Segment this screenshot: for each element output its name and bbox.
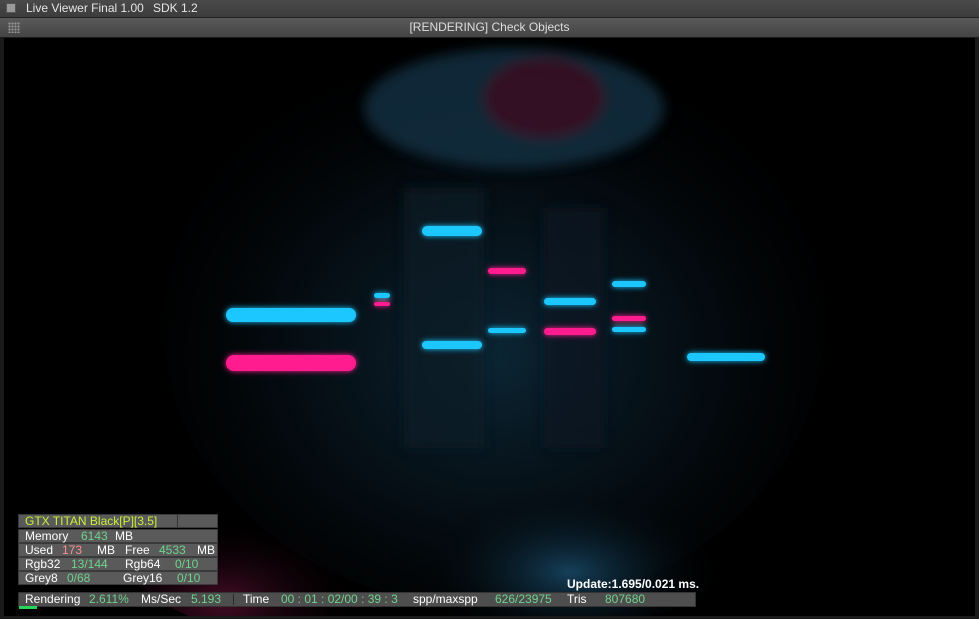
memory-unit: MB [115,529,133,543]
rgb32-value: 13/144 [71,557,108,571]
spp-value: 626/23975 [495,592,552,606]
render-progress-bar [19,606,37,609]
app-menubar: Live Viewer Final 1.00 SDK 1.2 [0,0,979,18]
window-title: [RENDERING] Check Objects [409,20,570,34]
app-icon[interactable] [6,3,16,13]
used-value: 173 [62,543,83,557]
rgb-row: Rgb32 13/144 Rgb64 0/10 [18,557,218,571]
free-label: Free [125,543,150,557]
spp-label: spp/maxspp [413,592,478,606]
tris-value: 807680 [605,592,646,606]
memory-label: Memory [25,529,69,543]
used-free-row: Used 173 MB Free 4533 MB [18,543,218,557]
sdk-version[interactable]: SDK 1.2 [153,0,198,17]
divider [177,515,178,527]
gpu-name-row: GTX TITAN Black[P][3.5] [18,514,218,528]
rendering-label: Rendering [25,592,81,606]
grey16-value: 0/10 [177,571,201,585]
used-label: Used [25,543,54,557]
rgb64-label: Rgb64 [125,557,161,571]
used-unit: MB [97,543,115,557]
rgb64-value: 0/10 [175,557,199,571]
memory-row: Memory 6143 MB [18,529,218,543]
free-unit: MB [197,543,215,557]
grey16-label: Grey16 [123,571,163,585]
app-name[interactable]: Live Viewer Final 1.00 [26,0,144,17]
gpu-name: GTX TITAN Black[P][3.5] [25,514,158,528]
update-timing: Update:1.695/0.021 ms. [567,577,700,591]
tris-label: Tris [567,592,587,606]
memory-value: 6143 [81,529,108,543]
grey8-label: Grey8 [25,571,58,585]
window-titlebar[interactable]: [RENDERING] Check Objects [0,18,979,38]
rendering-value: 2.611% [89,592,129,606]
render-status-bar: Rendering 2.611% Ms/Sec 5.193 Time 00 : … [18,592,696,607]
free-value: 4533 [159,543,186,557]
grey-row: Grey8 0/68 Grey16 0/10 [18,571,218,585]
time-value: 00 : 01 : 02/00 : 39 : 3 [281,592,398,606]
rgb32-label: Rgb32 [25,557,61,571]
divider [233,594,234,605]
time-label: Time [243,592,270,606]
mssec-value: 5.193 [191,592,222,606]
render-viewport[interactable]: GTX TITAN Black[P][3.5] Memory 6143 MB U… [4,38,975,616]
grey8-value: 0/68 [67,571,91,585]
mssec-label: Ms/Sec [141,592,182,606]
grip-icon[interactable] [8,22,20,33]
